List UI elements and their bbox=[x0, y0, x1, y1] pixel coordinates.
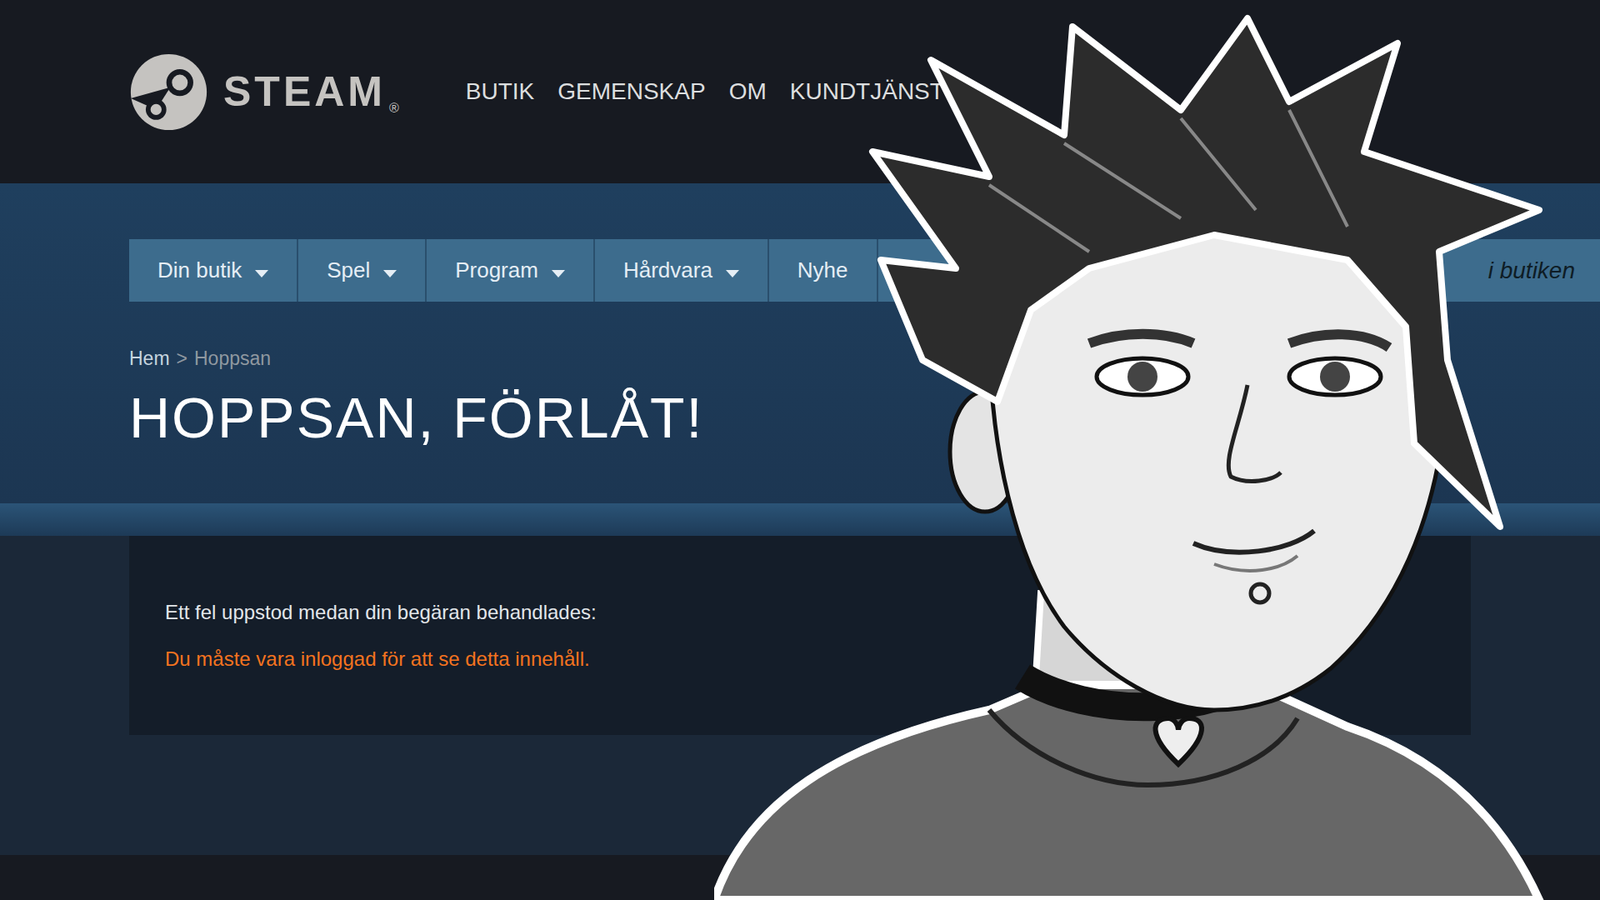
store-tab[interactable]: Program bbox=[426, 239, 595, 302]
store-tab[interactable]: Nyhe bbox=[769, 239, 879, 302]
store-tab[interactable]: Spel bbox=[298, 239, 427, 302]
nav-item[interactable]: GEMENSKAP bbox=[557, 78, 705, 105]
breadcrumb-separator: > bbox=[176, 347, 188, 370]
nav-item[interactable]: BUTIK bbox=[465, 78, 535, 105]
breadcrumb-item: Hoppsan bbox=[194, 347, 271, 370]
steam-logo[interactable]: STEAM® bbox=[129, 52, 400, 132]
steam-logo-icon bbox=[129, 52, 209, 132]
store-tab[interactable]: Hårdvara bbox=[595, 239, 770, 302]
dropdown-arrow-icon bbox=[725, 270, 740, 278]
main-nav: BUTIK GEMENSKAP OM KUNDTJÄNST bbox=[465, 78, 945, 105]
nav-item[interactable]: KUNDTJÄNST bbox=[790, 78, 945, 105]
breadcrumb-item[interactable]: Hem bbox=[129, 347, 170, 370]
illustration-person-icon bbox=[714, 10, 1548, 900]
dropdown-arrow-icon bbox=[383, 270, 397, 278]
dropdown-arrow-icon bbox=[255, 270, 269, 278]
steam-error-page: STEAM® BUTIK GEMENSKAP OM KUNDTJÄNST Din buti… bbox=[0, 0, 1600, 900]
store-tab[interactable]: Din butik bbox=[129, 239, 299, 302]
dropdown-arrow-icon bbox=[551, 270, 565, 278]
nav-item[interactable]: OM bbox=[729, 78, 767, 105]
